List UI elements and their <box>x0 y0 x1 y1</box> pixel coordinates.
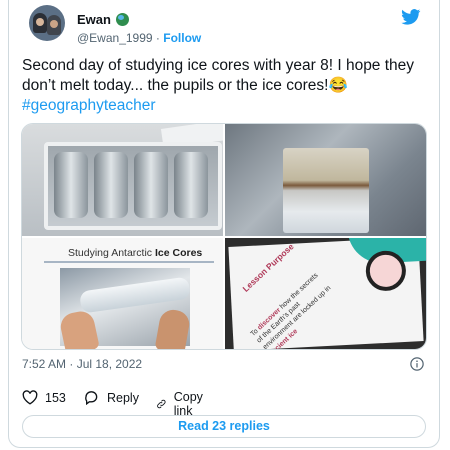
avatar[interactable] <box>29 5 65 41</box>
twitter-bird-icon[interactable] <box>401 9 421 25</box>
info-icon[interactable] <box>410 357 424 371</box>
link-icon <box>157 399 166 409</box>
author-name[interactable]: Ewan <box>77 12 111 27</box>
author-name-line[interactable]: Ewan <box>77 12 129 27</box>
tweet-timestamp[interactable]: 7:52 AM · Jul 18, 2022 <box>22 357 142 371</box>
speech-bubble-icon <box>85 391 98 405</box>
like-count: 153 <box>45 390 66 405</box>
copy-link-label: Copy link <box>173 390 203 418</box>
tweet-header: Ewan @Ewan_1999 · Follow <box>19 5 429 45</box>
lesson-purpose-text: To discover how the secrets of the Earth… <box>249 272 333 350</box>
lesson-purpose-title: Lesson Purpose <box>240 241 296 294</box>
media-photo-lesson-purpose[interactable]: Lesson Purpose To discover how the secre… <box>225 238 426 350</box>
laughing-emoji: 😂 <box>328 77 348 94</box>
author-handle-line: @Ewan_1999 · Follow <box>77 31 201 45</box>
slide-title: Studying Antarctic Ice Cores <box>68 247 203 259</box>
globe-icon <box>115 13 129 26</box>
reply-label: Reply <box>107 390 139 405</box>
reply-action[interactable]: Reply <box>84 390 139 405</box>
media-photo-ice-core[interactable] <box>225 124 426 236</box>
media-photo-slide[interactable]: Studying Antarctic Ice Cores <box>22 238 223 349</box>
tweet-body: Second day of studying ice cores with ye… <box>22 57 415 94</box>
copy-link-action[interactable]: Copy link <box>156 390 208 418</box>
like-action[interactable]: 153 <box>22 390 66 405</box>
heart-icon <box>22 390 38 405</box>
hashtag-link[interactable]: #geographyteacher <box>22 97 156 114</box>
author-handle[interactable]: @Ewan_1999 <box>77 31 153 45</box>
separator: · <box>155 31 160 45</box>
tweet-text: Second day of studying ice cores with ye… <box>22 56 422 116</box>
media-photo-cooler[interactable] <box>22 124 223 236</box>
read-replies-button[interactable]: Read 23 replies <box>22 415 426 438</box>
follow-button[interactable]: Follow <box>163 31 201 45</box>
media-grid: Studying Antarctic Ice Cores Lesson Purp… <box>21 123 427 350</box>
